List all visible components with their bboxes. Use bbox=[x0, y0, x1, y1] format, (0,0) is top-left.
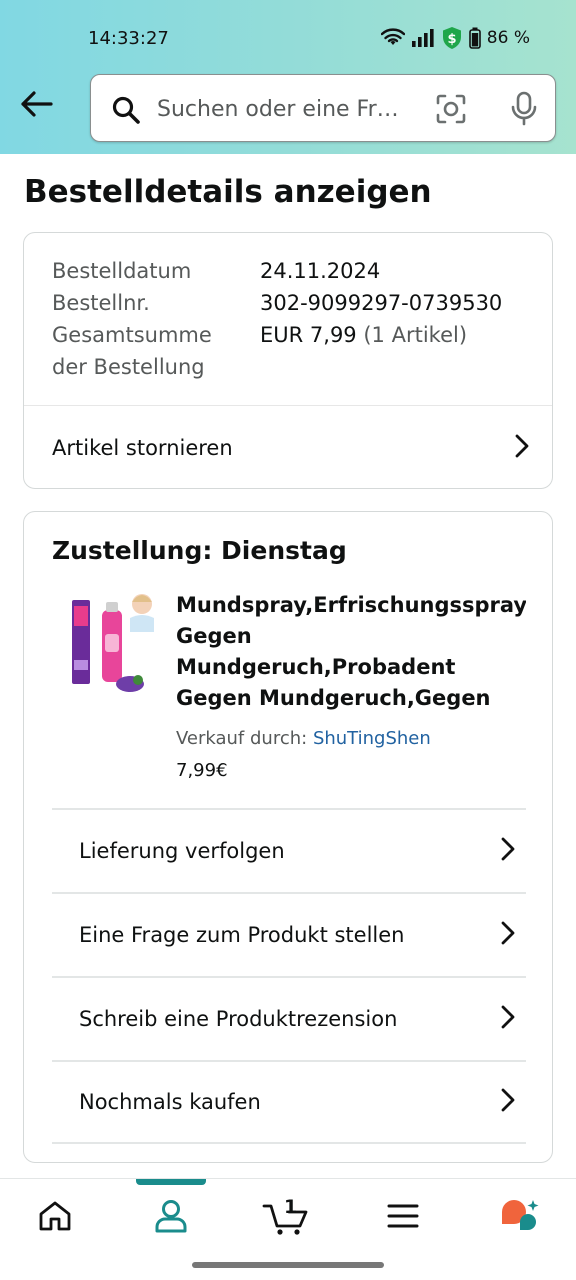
chevron-right-icon bbox=[500, 920, 516, 950]
order-total-label: Gesamtsumme der Bestellung bbox=[52, 319, 260, 383]
svg-text:$: $ bbox=[447, 32, 456, 47]
buy-again-row[interactable]: Nochmals kaufen bbox=[52, 1060, 526, 1144]
order-total-row: Gesamtsumme der Bestellung EUR 7,99 (1 A… bbox=[52, 319, 502, 383]
order-date-row: Bestelldatum 24.11.2024 bbox=[52, 255, 502, 287]
page-title: Bestelldetails anzeigen bbox=[24, 174, 432, 210]
bottom-nav: 1 bbox=[0, 1178, 576, 1256]
cancel-items-row[interactable]: Artikel stornieren bbox=[52, 406, 530, 490]
app-header: 14:33:27 $ 86 % Suchen oder eine Fr… bbox=[0, 0, 576, 154]
chevron-right-icon bbox=[514, 433, 530, 463]
nav-home[interactable] bbox=[15, 1179, 95, 1257]
product-price: 7,99€ bbox=[176, 760, 228, 781]
order-summary-card: Bestelldatum 24.11.2024 Bestellnr. 302-9… bbox=[23, 232, 553, 489]
nav-rufus[interactable] bbox=[480, 1179, 560, 1257]
delivery-card: Zustellung: Dienstag Mundspray,Erfrischu… bbox=[23, 511, 553, 1163]
delivery-title: Zustellung: Dienstag bbox=[52, 536, 347, 565]
track-package-row[interactable]: Lieferung verfolgen bbox=[52, 808, 526, 892]
back-button[interactable] bbox=[14, 86, 58, 126]
rufus-icon bbox=[500, 1198, 540, 1238]
chevron-right-icon bbox=[500, 1087, 516, 1117]
order-total-value: EUR 7,99 (1 Artikel) bbox=[260, 319, 467, 383]
buy-again-label: Nochmals kaufen bbox=[79, 1090, 261, 1114]
seller-prefix: Verkauf durch: bbox=[176, 728, 308, 749]
arrow-left-icon bbox=[19, 90, 53, 122]
home-indicator[interactable] bbox=[192, 1262, 384, 1268]
seller-line: Verkauf durch: ShuTingShen bbox=[176, 728, 431, 749]
nav-account[interactable] bbox=[131, 1179, 211, 1257]
ask-product-question-label: Eine Frage zum Produkt stellen bbox=[79, 923, 405, 947]
nav-menu[interactable] bbox=[363, 1179, 443, 1257]
status-time: 14:33:27 bbox=[88, 28, 169, 49]
menu-icon bbox=[387, 1203, 419, 1233]
battery-percent: 86 % bbox=[486, 28, 530, 48]
nav-cart[interactable]: 1 bbox=[246, 1179, 326, 1257]
battery-icon bbox=[468, 27, 481, 49]
cart-icon: 1 bbox=[262, 1196, 310, 1236]
order-item-count: (1 Artikel) bbox=[363, 323, 468, 347]
microphone-icon[interactable] bbox=[509, 91, 539, 131]
order-number-label: Bestellnr. bbox=[52, 291, 150, 315]
shield-dollar-icon: $ bbox=[441, 26, 463, 50]
order-number-row: Bestellnr. 302-9099297-0739530 bbox=[52, 287, 502, 319]
order-number-value: 302-9099297-0739530 bbox=[260, 291, 503, 315]
product-title[interactable]: Mundspray,Erfrischungsspray,M Gegen Mund… bbox=[176, 590, 526, 716]
status-bar: 14:33:27 $ 86 % bbox=[0, 0, 576, 70]
order-date-label: Bestelldatum bbox=[52, 259, 192, 283]
search-bar[interactable] bbox=[90, 74, 556, 142]
cancel-items-label: Artikel stornieren bbox=[52, 436, 233, 460]
order-total-amount: EUR 7,99 bbox=[260, 323, 357, 347]
chevron-right-icon bbox=[500, 836, 516, 866]
order-total-label-line2: der Bestellung bbox=[52, 355, 205, 379]
search-icon[interactable] bbox=[111, 95, 141, 129]
order-total-label-line1: Gesamtsumme bbox=[52, 323, 212, 347]
write-review-row[interactable]: Schreib eine Produktrezension bbox=[52, 976, 526, 1060]
camera-lens-icon[interactable] bbox=[435, 93, 467, 129]
track-package-label: Lieferung verfolgen bbox=[79, 839, 285, 863]
home-icon bbox=[38, 1200, 72, 1236]
write-review-label: Schreib eine Produktrezension bbox=[79, 1007, 398, 1031]
status-icons: $ 86 % bbox=[380, 26, 530, 50]
ask-product-question-row[interactable]: Eine Frage zum Produkt stellen bbox=[52, 892, 526, 976]
wifi-icon bbox=[380, 28, 405, 48]
chevron-right-icon bbox=[500, 1004, 516, 1034]
product-image[interactable] bbox=[68, 588, 156, 698]
signal-icon bbox=[411, 28, 435, 48]
account-icon bbox=[153, 1199, 189, 1237]
cart-count: 1 bbox=[284, 1196, 298, 1218]
order-date-value: 24.11.2024 bbox=[260, 259, 381, 283]
search-input[interactable] bbox=[157, 93, 417, 125]
order-summary-details: Bestelldatum 24.11.2024 Bestellnr. 302-9… bbox=[52, 255, 502, 383]
seller-link[interactable]: ShuTingShen bbox=[313, 728, 431, 749]
order-actions-list: Lieferung verfolgen Eine Frage zum Produ… bbox=[52, 808, 526, 1144]
